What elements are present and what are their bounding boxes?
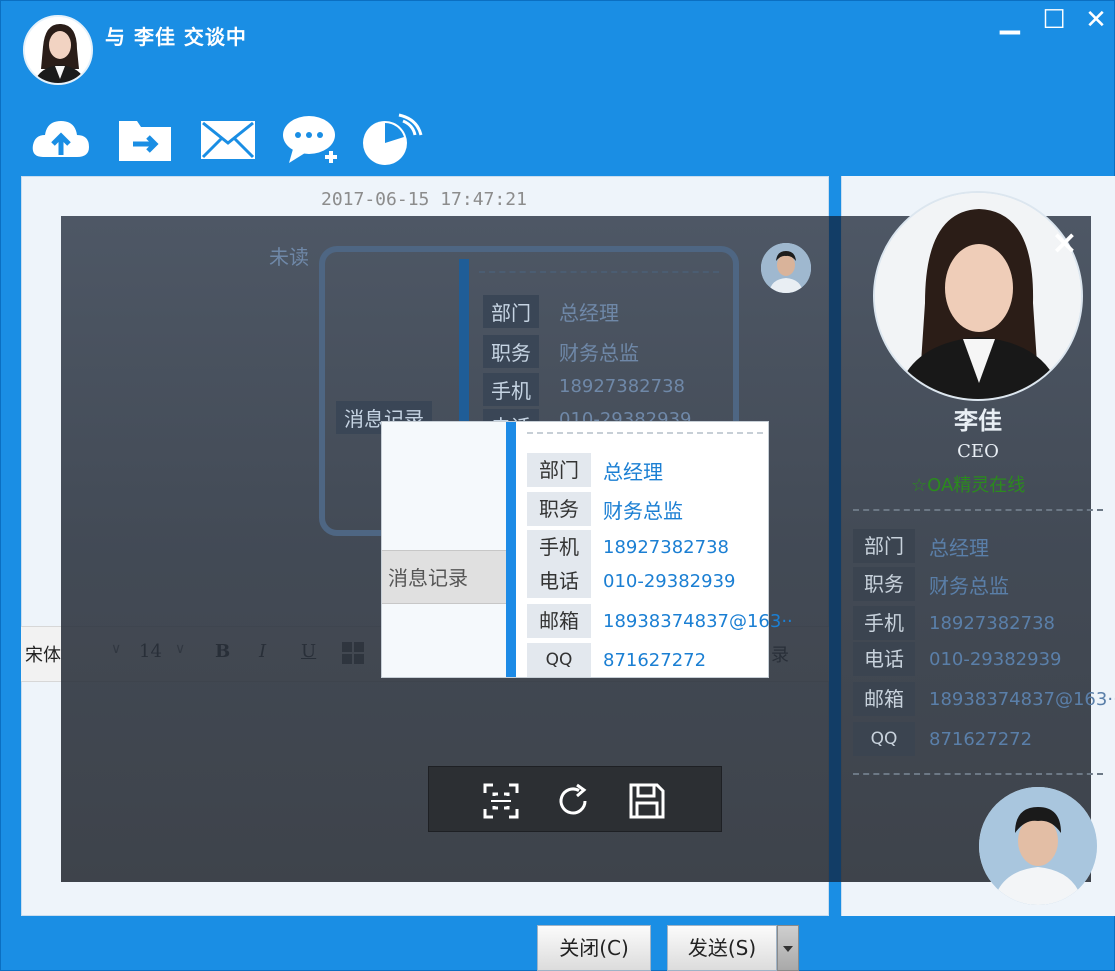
- info-row-phone: 电话 010-29382939: [527, 564, 735, 598]
- pane-divider: [829, 216, 841, 882]
- info-value: 871627272: [603, 649, 707, 671]
- close-window-button[interactable]: ✕: [1079, 5, 1113, 39]
- bubble-label: 电话: [483, 409, 539, 421]
- profile-value: 010-29382939: [929, 648, 1062, 670]
- upload-cloud-icon[interactable]: [29, 111, 93, 167]
- info-row-department: 部门 总经理: [527, 453, 663, 487]
- sender-avatar[interactable]: [761, 243, 811, 293]
- profile-label: 部门: [853, 529, 915, 563]
- mail-icon[interactable]: [197, 111, 261, 167]
- send-file-icon[interactable]: [113, 111, 177, 167]
- chat-window: 与 李佳 交谈中 ▁ ☐ ✕ 2017-06-15 17:47:21 宋体 未读…: [0, 0, 1115, 971]
- info-label: 邮箱: [527, 604, 591, 638]
- profile-row-phone: 电话 010-29382939: [853, 641, 1061, 677]
- profile-value: 财务总监: [929, 573, 1009, 598]
- self-avatar: [979, 787, 1097, 905]
- info-value: 18938374837@163··: [603, 610, 793, 632]
- profile-value: 871627272: [929, 728, 1033, 750]
- bubble-value: 财务总监: [559, 341, 639, 365]
- bubble-value: 010-29382939: [559, 409, 692, 421]
- info-row-qq: QQ 871627272: [527, 643, 706, 677]
- card-divider: [527, 432, 763, 434]
- card-accent-bar: [506, 422, 516, 677]
- profile-value: 总经理: [929, 535, 989, 560]
- info-row-email: 邮箱 18938374837@163··: [527, 604, 793, 638]
- remote-assist-icon[interactable]: [359, 111, 423, 167]
- contact-card-popup: 消息记录 部门 总经理 职务 财务总监 手机 18927382738 电话 01…: [381, 421, 793, 678]
- bubble-value: 18927382738: [559, 376, 685, 397]
- send-button[interactable]: 发送(S): [667, 925, 777, 971]
- history-tab[interactable]: 消息记录: [382, 550, 506, 604]
- profile-title: CEO: [957, 441, 999, 462]
- profile-row-email: 邮箱 18938374837@163··: [853, 681, 1115, 717]
- bubble-value: 总经理: [559, 301, 619, 325]
- fullscreen-select-icon[interactable]: [481, 781, 521, 821]
- refresh-icon[interactable]: [553, 781, 593, 821]
- close-button[interactable]: 关闭(C): [537, 925, 651, 971]
- minimize-button[interactable]: ▁: [993, 5, 1027, 39]
- profile-label: 手机: [853, 606, 915, 640]
- profile-label: 电话: [853, 642, 915, 676]
- profile-label: 职务: [853, 567, 915, 601]
- info-label: 电话: [527, 564, 591, 598]
- font-family-value: 宋体: [25, 645, 61, 666]
- profile-value: 18927382738: [929, 612, 1055, 634]
- send-options-button[interactable]: [777, 925, 799, 971]
- info-label: QQ: [527, 643, 591, 677]
- profile-row-qq: QQ 871627272: [853, 721, 1032, 757]
- message-timestamp: 2017-06-15 17:47:21: [321, 189, 527, 210]
- save-icon[interactable]: [627, 781, 667, 821]
- bubble-label: 部门: [483, 295, 539, 328]
- profile-divider: [853, 773, 1103, 775]
- chat-add-icon[interactable]: [279, 111, 343, 167]
- info-row-mobile: 手机 18927382738: [527, 530, 729, 564]
- contact-avatar[interactable]: [23, 15, 93, 85]
- profile-row-department: 部门 总经理: [853, 528, 989, 564]
- close-overlay-button[interactable]: ×: [1051, 223, 1078, 261]
- profile-value: 18938374837@163··: [929, 688, 1115, 710]
- profile-status: ☆OA精灵在线: [911, 475, 1026, 496]
- bubble-label: 手机: [483, 373, 539, 406]
- profile-row-position: 职务 财务总监: [853, 566, 1009, 602]
- info-label: 职务: [527, 492, 591, 526]
- info-label: 部门: [527, 453, 591, 487]
- info-value: 财务总监: [603, 498, 683, 523]
- profile-divider: [853, 509, 1103, 511]
- bubble-divider: [479, 271, 719, 273]
- info-row-position: 职务 财务总监: [527, 492, 683, 526]
- info-value: 010-29382939: [603, 570, 736, 592]
- info-label: 手机: [527, 530, 591, 564]
- info-value: 18927382738: [603, 536, 729, 558]
- bubble-label: 职务: [483, 335, 539, 368]
- profile-name: 李佳: [954, 407, 1002, 435]
- unread-label: 未读: [269, 245, 309, 269]
- profile-label: QQ: [853, 722, 915, 756]
- profile-label: 邮箱: [853, 682, 915, 716]
- maximize-button[interactable]: ☐: [1037, 5, 1071, 39]
- window-title: 与 李佳 交谈中: [105, 25, 247, 49]
- info-value: 总经理: [603, 459, 663, 484]
- profile-row-mobile: 手机 18927382738: [853, 605, 1055, 641]
